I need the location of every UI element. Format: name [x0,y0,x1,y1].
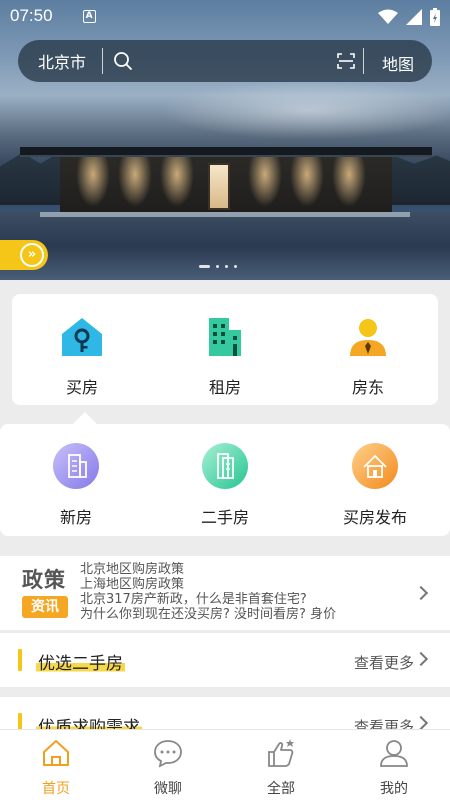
notification-a-icon: A [82,9,96,23]
menu-second-hand-house[interactable]: 二手房 [165,442,285,528]
menu-label: 租房 [208,378,241,397]
see-more-link[interactable]: 查看更多 [354,652,414,673]
menu-label: 房东 [351,378,384,397]
carousel-dot-active [199,265,210,268]
status-bar: 07:50 A [0,0,450,32]
menu-publish-house[interactable]: 买房发布 [315,442,435,528]
wall-light [76,157,110,207]
tab-label: 微聊 [154,781,182,797]
wall-light [248,157,282,207]
carousel-dot [234,265,237,268]
chat-bubble-icon [154,740,182,768]
menu-buy-house[interactable]: 买房 [22,316,142,398]
double-chevron-icon: » [20,243,44,267]
building-icon [209,318,241,356]
secondary-menu-card: 新房 二手房 买房发布 [0,424,450,536]
tab-chat[interactable]: 微聊 [128,738,208,798]
house-door [208,163,230,210]
primary-menu-card: 买房 租房 房东 [12,294,438,405]
menu-label: 二手房 [200,508,249,527]
menu-new-house[interactable]: 新房 [16,442,136,528]
chevron-right-icon[interactable] [413,715,429,731]
video-play-button[interactable]: » [0,240,48,270]
divider [363,48,364,74]
house-roof [20,147,432,157]
key-house-icon [62,318,102,356]
tab-home[interactable]: 首页 [16,738,96,798]
chevron-right-icon[interactable] [413,585,429,601]
news-ticker[interactable]: 北京地区购房政策 上海地区购房政策 北京317房产新政，什么是非首套住宅? 为什… [80,562,400,622]
ground-band [40,212,410,217]
policy-news-banner[interactable]: 政策 资讯 北京地区购房政策 上海地区购房政策 北京317房产新政，什么是非首套… [0,556,450,630]
wall-light [332,157,366,207]
home-icon [43,740,69,766]
menu-label: 买房发布 [342,508,407,527]
user-icon [380,740,408,767]
wall-light [118,157,152,207]
menu-label: 买房 [65,378,98,397]
wifi-icon [378,9,398,24]
news-badge: 资讯 [22,596,68,618]
search-bar[interactable]: 北京市 地图 [18,40,432,82]
section-accent-bar [18,649,22,671]
wall-light [160,157,194,207]
carousel-dot [225,265,228,268]
search-icon[interactable] [113,51,133,71]
news-line[interactable]: 为什么你到现在还没买房? 没时间看房? 身价 [80,607,400,622]
wall-light [290,157,324,207]
chevron-right-icon[interactable] [413,651,429,667]
second-hand-house-icon [202,443,248,489]
landlord-icon [350,319,386,356]
carousel-indicator [199,265,237,268]
publish-house-icon [352,443,398,489]
carousel-dot [216,265,219,268]
bottom-nav: 首页 微聊 全部 我的 [0,729,450,800]
news-line[interactable]: 北京317房产新政，什么是非首套住宅? [80,592,400,607]
ground [0,212,450,280]
news-line[interactable]: 上海地区购房政策 [80,577,400,592]
divider [102,48,103,74]
tab-label: 全部 [267,781,295,797]
thumbs-up-star-icon [268,739,294,767]
sky-glow [160,80,450,140]
status-time: 07:50 [10,6,53,25]
city-selector[interactable]: 北京市 [18,49,102,73]
section-header-second-hand: 优选二手房 查看更多 [0,633,450,687]
tab-mine[interactable]: 我的 [354,738,434,798]
menu-landlord[interactable]: 房东 [308,316,428,398]
tab-all[interactable]: 全部 [241,738,321,798]
menu-rent-house[interactable]: 租房 [165,316,285,398]
menu-pointer [73,412,97,424]
news-line[interactable]: 北京地区购房政策 [80,562,400,577]
section-title: 优选二手房 [36,649,125,674]
news-title: 政策 [22,568,66,592]
new-house-icon [53,443,99,489]
cell-signal-icon [406,9,422,25]
tab-label: 我的 [380,781,408,797]
scan-icon[interactable] [336,51,356,71]
tab-label: 首页 [42,781,70,797]
map-button[interactable]: 地图 [382,51,414,75]
menu-label: 新房 [59,508,92,527]
battery-icon [430,8,440,26]
